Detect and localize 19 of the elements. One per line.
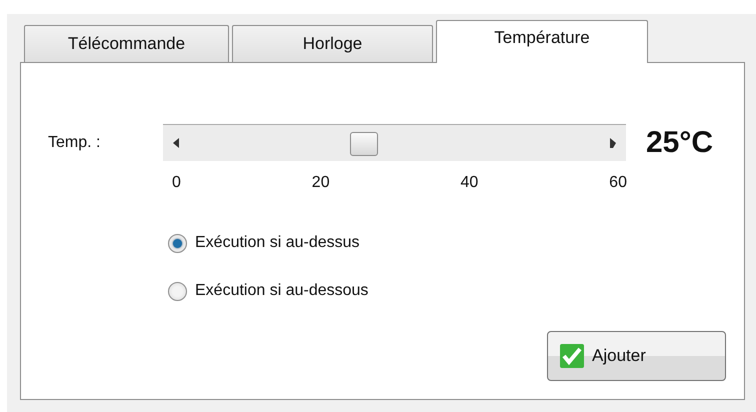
radio-label[interactable]: Exécution si au-dessus [195, 231, 360, 255]
right-arrow-icon[interactable] [610, 138, 616, 148]
tick-label: 40 [460, 173, 478, 193]
temperature-slider[interactable] [163, 124, 626, 161]
radio-label[interactable]: Exécution si au-dessous [195, 279, 368, 303]
radio-button[interactable] [168, 234, 187, 252]
tick-label: 0 [172, 173, 181, 193]
checkmark-icon [560, 344, 584, 368]
tab[interactable]: Horloge [232, 25, 433, 62]
tick-label: 60 [609, 173, 627, 193]
add-button[interactable]: Ajouter [547, 331, 726, 381]
radio-button[interactable] [168, 282, 187, 300]
tab[interactable]: Température [436, 20, 648, 63]
temperature-label: Temp. : [48, 132, 102, 152]
left-arrow-icon[interactable] [173, 138, 179, 148]
slider-thumb[interactable] [350, 132, 378, 156]
tick-label: 20 [312, 173, 330, 193]
tab[interactable]: Télécommande [24, 25, 229, 62]
temperature-reading: 25°C [646, 125, 714, 161]
